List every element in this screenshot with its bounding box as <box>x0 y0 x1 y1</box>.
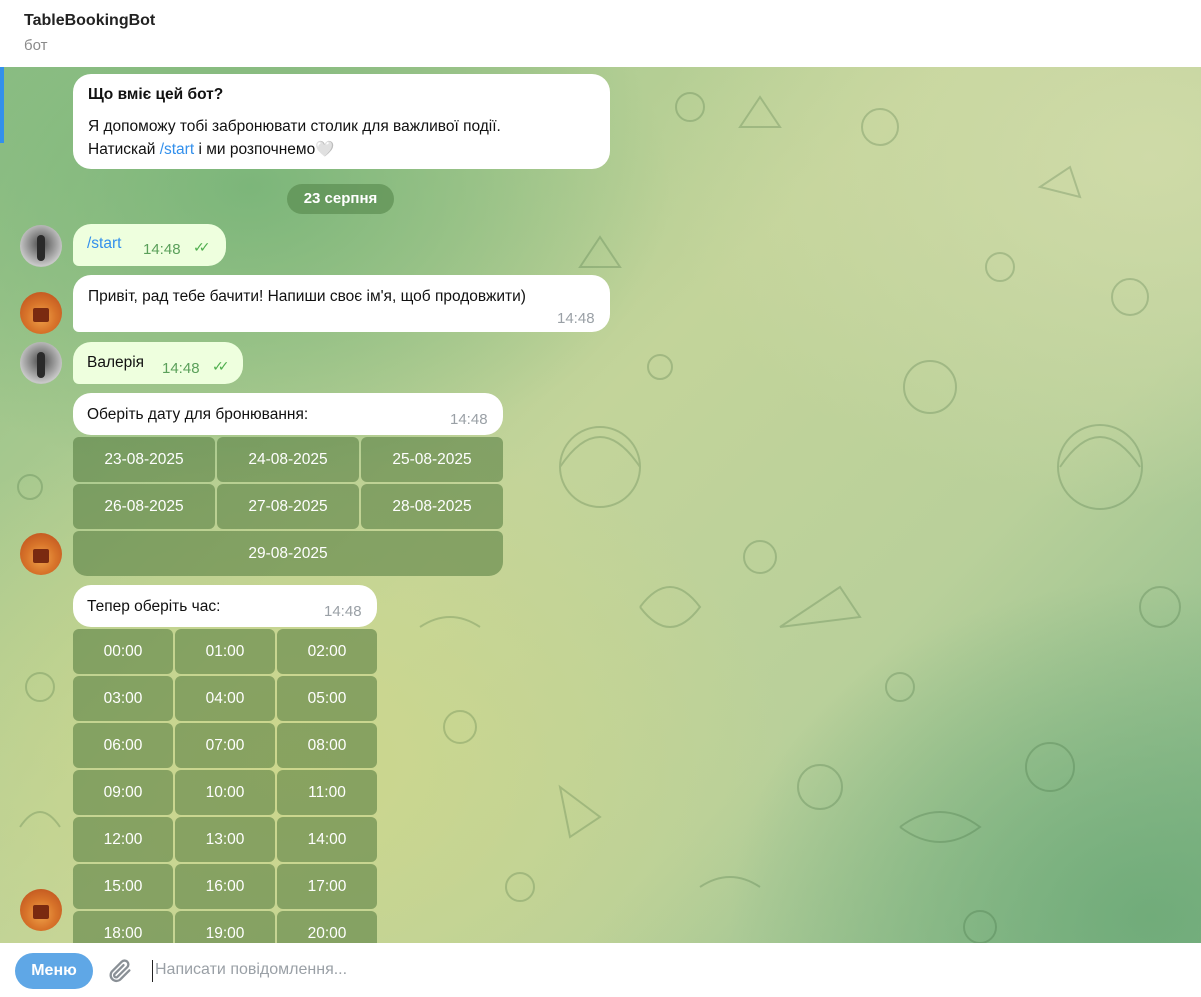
start-command-message[interactable]: /start <box>87 235 121 253</box>
message-text: Оберіть дату для бронювання: <box>87 406 309 423</box>
time-option-button[interactable]: 06:00 <box>73 723 173 768</box>
message-text: Привіт, рад тебе бачити! Напиши своє ім'… <box>88 288 526 305</box>
message-text: Валерія <box>87 354 145 371</box>
outgoing-message: Валерія 14:48 ✓✓ <box>73 342 243 384</box>
message-time: 14:48 <box>324 603 362 620</box>
bot-description-heading: Що вміє цей бот? <box>88 86 224 103</box>
date-option-button[interactable]: 24-08-2025 <box>217 437 359 482</box>
bot-menu-button[interactable]: Меню <box>15 953 93 989</box>
double-check-icon: ✓✓ <box>193 239 211 255</box>
bot-avatar[interactable] <box>20 889 62 931</box>
incoming-message: Оберіть дату для бронювання: 14:48 <box>73 393 503 435</box>
time-option-button[interactable]: 08:00 <box>277 723 377 768</box>
message-time: 14:48 <box>162 360 200 377</box>
time-option-button[interactable]: 15:00 <box>73 864 173 909</box>
date-option-button[interactable]: 28-08-2025 <box>361 484 503 529</box>
paperclip-icon[interactable] <box>106 957 134 985</box>
chat-title[interactable]: TableBookingBot <box>24 12 155 30</box>
time-option-button[interactable]: 03:00 <box>73 676 173 721</box>
double-check-icon: ✓✓ <box>212 358 230 374</box>
chat-header: TableBookingBot бот <box>0 0 1201 67</box>
time-option-button[interactable]: 07:00 <box>175 723 275 768</box>
time-option-button[interactable]: 02:00 <box>277 629 377 674</box>
bot-description-line1: Я допоможу тобі забронювати столик для в… <box>88 118 501 135</box>
time-option-button[interactable]: 01:00 <box>175 629 275 674</box>
incoming-message: Тепер оберіть час: 14:48 <box>73 585 377 627</box>
date-option-button[interactable]: 26-08-2025 <box>73 484 215 529</box>
message-time: 14:48 <box>450 411 488 428</box>
time-option-button[interactable]: 12:00 <box>73 817 173 862</box>
message-time: 14:48 <box>557 310 595 327</box>
time-option-button[interactable]: 09:00 <box>73 770 173 815</box>
bot-avatar[interactable] <box>20 292 62 334</box>
time-option-button[interactable]: 10:00 <box>175 770 275 815</box>
line2-prefix: Натискай <box>88 141 160 158</box>
bot-description-line2: Натискай /start і ми розпочнемо🤍 <box>88 140 335 159</box>
date-separator: 23 серпня <box>287 184 394 214</box>
message-text: Тепер оберіть час: <box>87 598 221 615</box>
time-option-button[interactable]: 05:00 <box>277 676 377 721</box>
date-option-button[interactable]: 25-08-2025 <box>361 437 503 482</box>
time-option-button[interactable]: 14:00 <box>277 817 377 862</box>
chat-area[interactable]: Що вміє цей бот? Я допоможу тобі заброню… <box>0 67 1201 943</box>
message-composer: Меню <box>0 943 1201 997</box>
time-option-button[interactable]: 00:00 <box>73 629 173 674</box>
date-option-button[interactable]: 27-08-2025 <box>217 484 359 529</box>
time-option-button[interactable]: 17:00 <box>277 864 377 909</box>
date-option-button[interactable]: 23-08-2025 <box>73 437 215 482</box>
time-option-button[interactable]: 04:00 <box>175 676 275 721</box>
time-option-button[interactable]: 20:00 <box>277 911 377 943</box>
time-option-button[interactable]: 13:00 <box>175 817 275 862</box>
chat-subtitle: бот <box>24 37 48 54</box>
time-option-button[interactable]: 19:00 <box>175 911 275 943</box>
user-avatar[interactable] <box>20 225 62 267</box>
message-input[interactable] <box>155 958 1155 982</box>
chat-selection-accent <box>0 67 4 143</box>
bot-description-bubble: Що вміє цей бот? Я допоможу тобі заброню… <box>73 74 610 169</box>
bot-avatar[interactable] <box>20 533 62 575</box>
date-option-button[interactable]: 29-08-2025 <box>73 531 503 576</box>
user-avatar[interactable] <box>20 342 62 384</box>
time-option-button[interactable]: 16:00 <box>175 864 275 909</box>
time-option-button[interactable]: 11:00 <box>277 770 377 815</box>
text-caret <box>152 960 153 982</box>
start-command-link[interactable]: /start <box>160 141 194 158</box>
incoming-message: Привіт, рад тебе бачити! Напиши своє ім'… <box>73 275 610 332</box>
outgoing-message: /start 14:48 ✓✓ <box>73 224 226 266</box>
line2-suffix: і ми розпочнемо <box>194 141 316 158</box>
white-heart-icon: 🤍 <box>315 141 335 158</box>
message-time: 14:48 <box>143 241 181 258</box>
time-option-button[interactable]: 18:00 <box>73 911 173 943</box>
